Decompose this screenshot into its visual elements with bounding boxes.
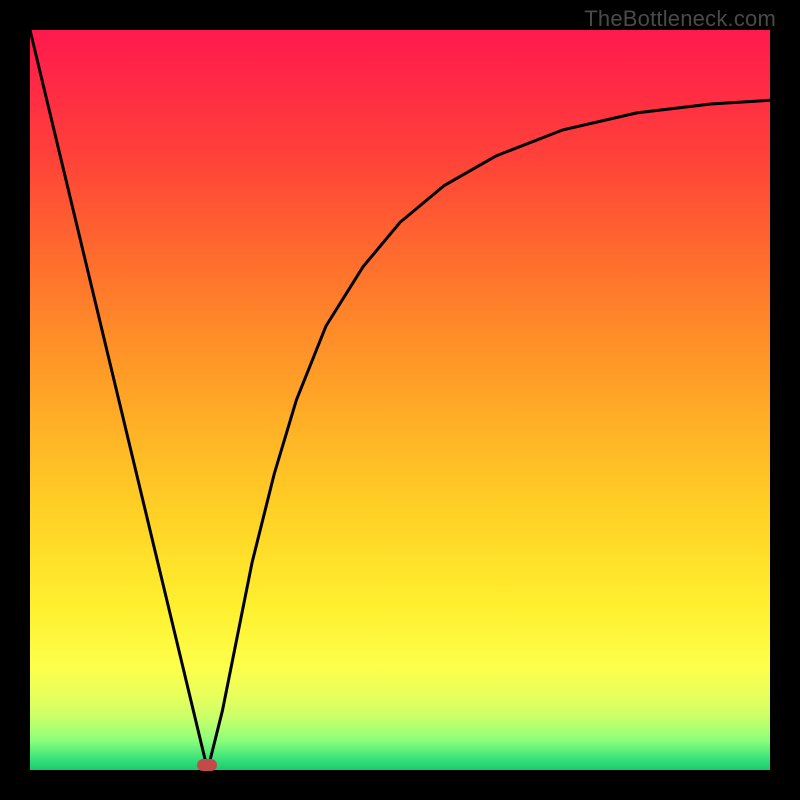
trough-marker xyxy=(197,759,217,771)
bottleneck-curve xyxy=(30,30,770,770)
curve-right-branch xyxy=(208,100,770,770)
chart-frame: TheBottleneck.com xyxy=(0,0,800,800)
watermark-text: TheBottleneck.com xyxy=(584,6,776,32)
curve-left-branch xyxy=(30,30,208,770)
plot-area xyxy=(30,30,770,770)
